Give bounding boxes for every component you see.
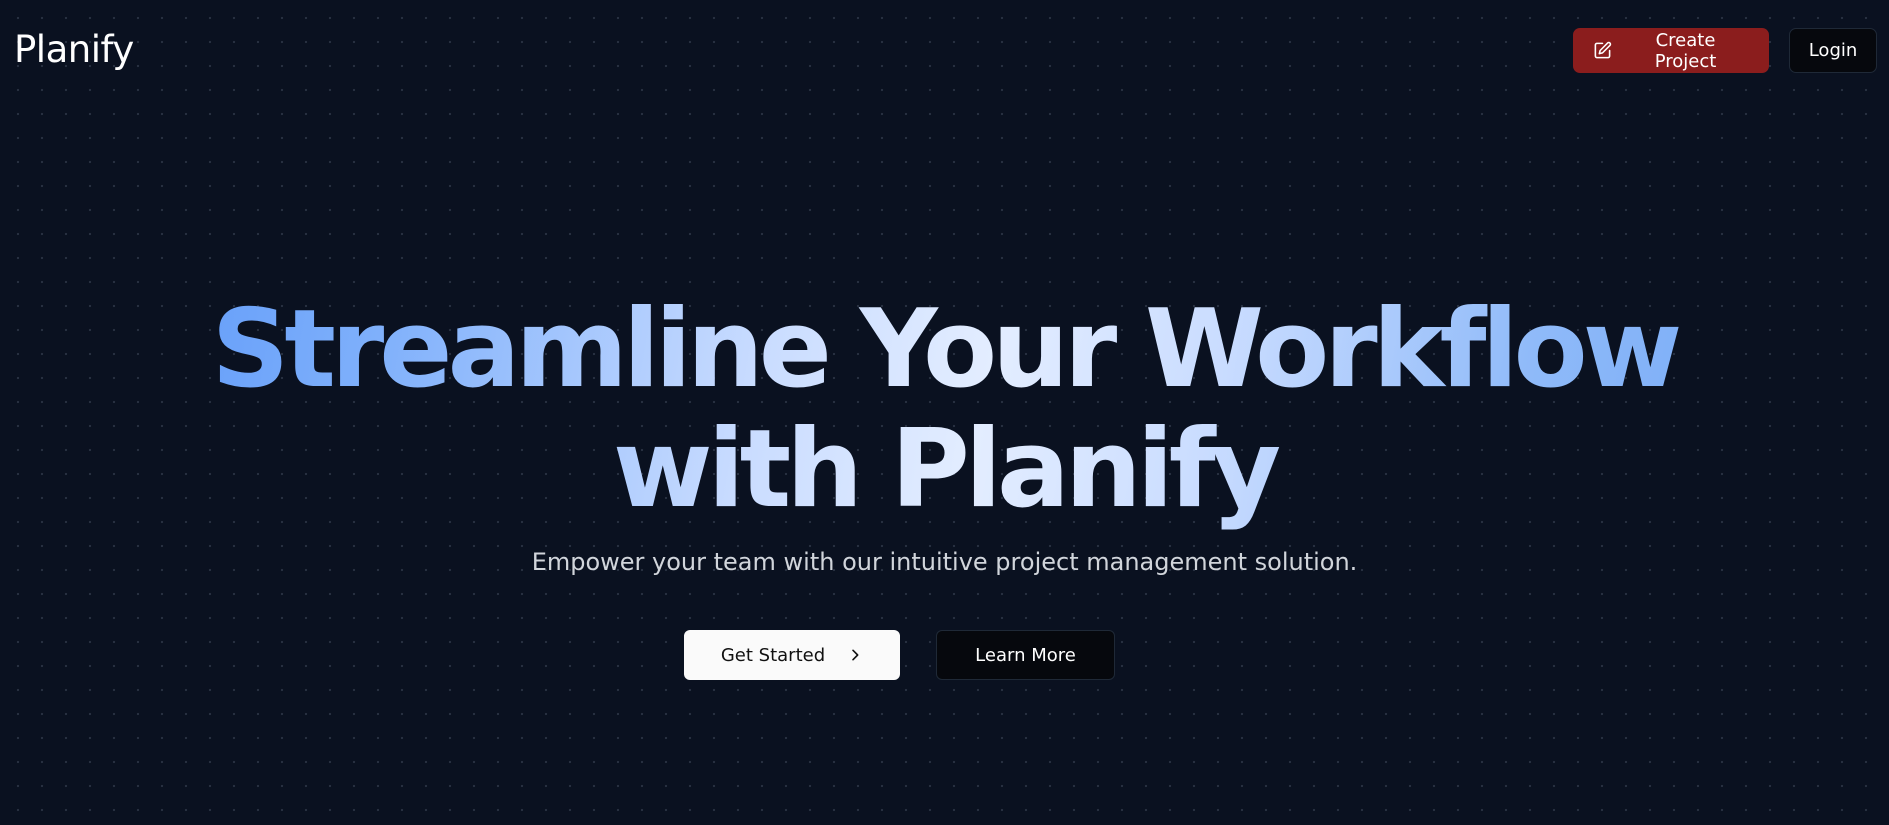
brand-logo[interactable]: Planify [14,24,134,76]
hero-actions: Get Started Learn More [0,630,1889,680]
header-actions: Create Project Login [1573,28,1877,73]
login-button[interactable]: Login [1789,28,1877,73]
get-started-label: Get Started [720,644,826,666]
create-project-label: Create Project [1654,29,1717,72]
edit-icon [1594,41,1612,59]
hero-title-line-1: Streamline Your Workflow [211,287,1678,412]
learn-more-button[interactable]: Learn More [936,630,1115,680]
landing-page: Planify Create Project Login Streamline … [0,0,1889,825]
hero-subtitle: Empower your team with our intuitive pro… [531,548,1358,576]
chevron-right-icon [852,649,859,661]
create-project-button[interactable]: Create Project [1573,28,1769,73]
get-started-button[interactable]: Get Started [684,630,900,680]
hero-title-line-2: with Planify [612,407,1277,532]
hero-title: Streamline Your Workflow with Planify [0,290,1889,530]
